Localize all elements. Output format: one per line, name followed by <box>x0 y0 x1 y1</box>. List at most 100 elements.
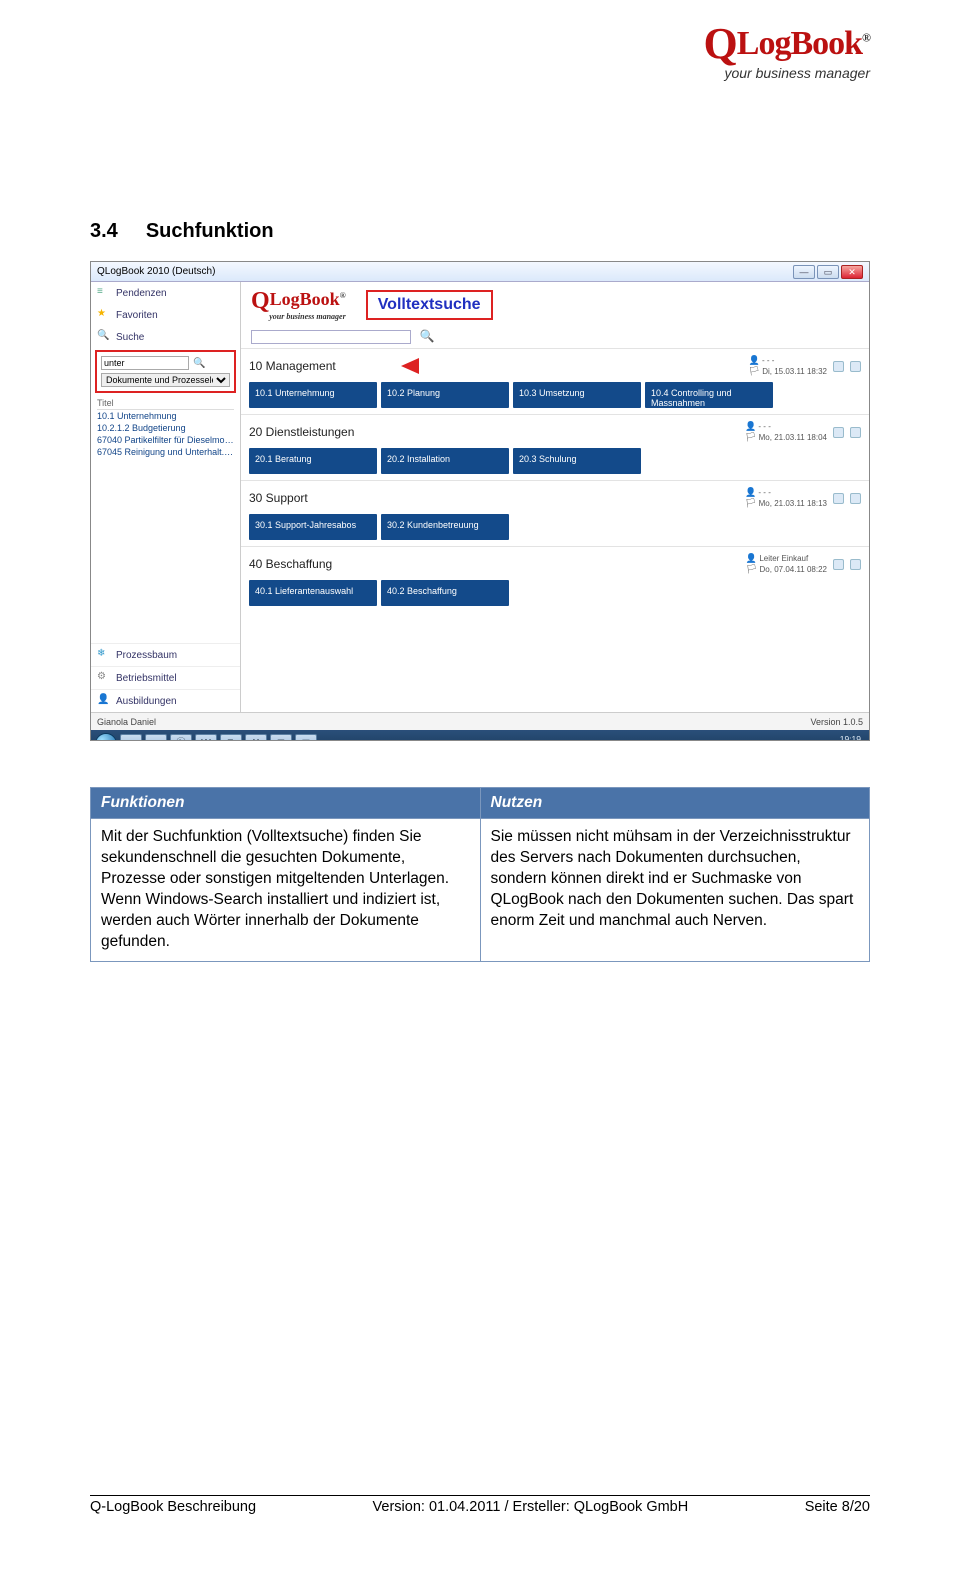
flag-icon <box>745 499 756 508</box>
taskbar-app-icon[interactable]: W <box>195 734 217 741</box>
category-title: 30 Support <box>249 491 308 505</box>
sidebar-label: Suche <box>116 332 144 343</box>
search-icon[interactable]: 🔍 <box>420 329 435 343</box>
taskbar-app-icon[interactable]: ✉ <box>295 734 317 741</box>
table-header-funktionen: Funktionen <box>91 788 481 819</box>
section-heading: 3.4 Suchfunktion <box>90 220 870 243</box>
main-search-input[interactable] <box>251 330 411 344</box>
person-icon <box>97 694 111 708</box>
sidebar-item-favoriten[interactable]: Favoriten <box>91 304 240 326</box>
main-search-row: 🔍 <box>251 329 859 344</box>
taskbar-app-icon[interactable]: X <box>245 734 267 741</box>
annotation-callout: Volltextsuche <box>366 290 493 320</box>
category-title: 20 Dienstleistungen <box>249 425 354 439</box>
window-titlebar: QLogBook 2010 (Deutsch) — ▭ ✕ <box>91 262 869 282</box>
process-tile[interactable]: 10.4 Controlling und Massnahmen <box>645 382 773 408</box>
footer-center: Version: 01.04.2011 / Ersteller: QLogBoo… <box>373 1499 689 1515</box>
sidebar-search-input[interactable] <box>101 356 189 370</box>
flag-icon <box>745 433 756 442</box>
section-title: Suchfunktion <box>146 220 274 242</box>
tree-item[interactable]: 67045 Reinigung und Unterhalt.url <box>97 446 234 458</box>
process-tile[interactable]: 20.3 Schulung <box>513 448 641 474</box>
taskbar-explorer-icon[interactable]: ▭ <box>145 734 167 741</box>
sidebar-label: Favoriten <box>116 310 158 321</box>
sidebar-item-prozessbaum[interactable]: Prozessbaum <box>91 643 240 666</box>
flag-icon <box>749 367 760 376</box>
category-header[interactable]: 20 Dienstleistungen - - - Mo, 21.03.11 1… <box>241 414 869 445</box>
section-number: 3.4 <box>90 220 118 242</box>
app-statusbar: Gianola Daniel Version 1.0.5 <box>91 712 869 730</box>
process-tile[interactable]: 10.3 Umsetzung <box>513 382 641 408</box>
category-header[interactable]: 10 Management - - - Di, 15.03.11 18:32 <box>241 348 869 379</box>
tree-item[interactable]: 10.1 Unternehmung <box>97 410 234 422</box>
tree-icon <box>97 648 111 662</box>
action-icon[interactable] <box>833 361 844 372</box>
action-icon[interactable] <box>833 559 844 570</box>
taskbar-clock[interactable]: 19:19 08.05.2011 <box>819 734 865 741</box>
window-minimize-button[interactable]: — <box>793 265 815 279</box>
user-icon <box>745 488 756 497</box>
status-version: Version 1.0.5 <box>810 717 863 727</box>
action-icon[interactable] <box>850 559 861 570</box>
start-button[interactable] <box>95 733 117 741</box>
table-cell-nutzen: Sie müssen nicht mühsam in der Verzeichn… <box>480 819 870 962</box>
window-maximize-button[interactable]: ▭ <box>817 265 839 279</box>
table-header-nutzen: Nutzen <box>480 788 870 819</box>
process-tile[interactable]: 20.2 Installation <box>381 448 509 474</box>
tree-item[interactable]: 10.2.1.2 Budgetierung <box>97 422 234 434</box>
process-tile[interactable]: 30.1 Support-Jahresabos <box>249 514 377 540</box>
action-icon[interactable] <box>850 427 861 438</box>
app-main: QLogBook® your business manager Volltext… <box>241 282 869 712</box>
process-tile[interactable]: 20.1 Beratung <box>249 448 377 474</box>
logo-registered: ® <box>862 31 870 45</box>
table-cell-funktionen: Mit der Suchfunktion (Volltextsuche) fin… <box>91 819 481 962</box>
sidebar-item-ausbildungen[interactable]: Ausbildungen <box>91 689 240 712</box>
category-title: 10 Management <box>249 359 336 373</box>
user-icon <box>749 356 760 365</box>
action-icon[interactable] <box>833 427 844 438</box>
sidebar-item-pendenzen[interactable]: Pendenzen <box>91 282 240 304</box>
process-tile[interactable]: 30.2 Kundenbetreuung <box>381 514 509 540</box>
brand-logo: QLogBook® your business manager <box>704 18 870 81</box>
search-icon[interactable]: 🔍 <box>193 358 205 369</box>
window-title: QLogBook 2010 (Deutsch) <box>97 266 215 277</box>
process-tile[interactable]: 40.1 Lieferantenauswahl <box>249 580 377 606</box>
action-icon[interactable] <box>833 493 844 504</box>
footer-left: Q-LogBook Beschreibung <box>90 1499 256 1515</box>
taskbar-app-icon[interactable]: Ⓛ <box>170 734 192 741</box>
taskbar-app-icon[interactable]: ⊞ <box>270 734 292 741</box>
tree-item[interactable]: 67040 Partikelfilter für Dieselmotoren i… <box>97 434 234 446</box>
search-icon <box>97 330 111 344</box>
window-close-button[interactable]: ✕ <box>841 265 863 279</box>
action-icon[interactable] <box>850 361 861 372</box>
process-tile[interactable]: 10.1 Unternehmung <box>249 382 377 408</box>
flag-icon <box>746 565 757 574</box>
list-icon <box>97 286 111 300</box>
user-icon <box>746 554 757 563</box>
process-tile[interactable]: 40.2 Beschaffung <box>381 580 509 606</box>
status-user: Gianola Daniel <box>97 717 156 727</box>
sidebar-label: Prozessbaum <box>116 650 177 661</box>
sidebar-filter-select[interactable]: Dokumente und Prozesselemente <box>101 373 230 387</box>
user-icon <box>745 422 756 431</box>
app-screenshot: QLogBook 2010 (Deutsch) — ▭ ✕ Pendenzen … <box>90 261 870 741</box>
logo-q: Q <box>704 19 737 68</box>
category-title: 40 Beschaffung <box>249 557 332 571</box>
process-tile[interactable]: 10.2 Planung <box>381 382 509 408</box>
sidebar-item-suche[interactable]: Suche <box>91 326 240 348</box>
action-icon[interactable] <box>850 493 861 504</box>
taskbar-ie-icon[interactable]: e <box>120 734 142 741</box>
logo-tagline: your business manager <box>704 65 870 81</box>
sidebar-label: Pendenzen <box>116 288 167 299</box>
annotation-arrow <box>401 358 419 374</box>
windows-taskbar: e ▭ Ⓛ W ⧉ X ⊞ ✉ 19:19 08.05.2011 <box>91 730 869 741</box>
taskbar-app-icon[interactable]: ⧉ <box>220 734 242 741</box>
gear-icon <box>97 671 111 685</box>
category-header[interactable]: 40 Beschaffung Leiter Einkauf Do, 07.04.… <box>241 546 869 577</box>
tree-header: Titel <box>97 397 234 410</box>
sidebar-item-betriebsmittel[interactable]: Betriebsmittel <box>91 666 240 689</box>
sidebar-label: Betriebsmittel <box>116 673 177 684</box>
sidebar-label: Ausbildungen <box>116 696 177 707</box>
logo-text: LogBook <box>737 25 862 62</box>
category-header[interactable]: 30 Support - - - Mo, 21.03.11 18:13 <box>241 480 869 511</box>
